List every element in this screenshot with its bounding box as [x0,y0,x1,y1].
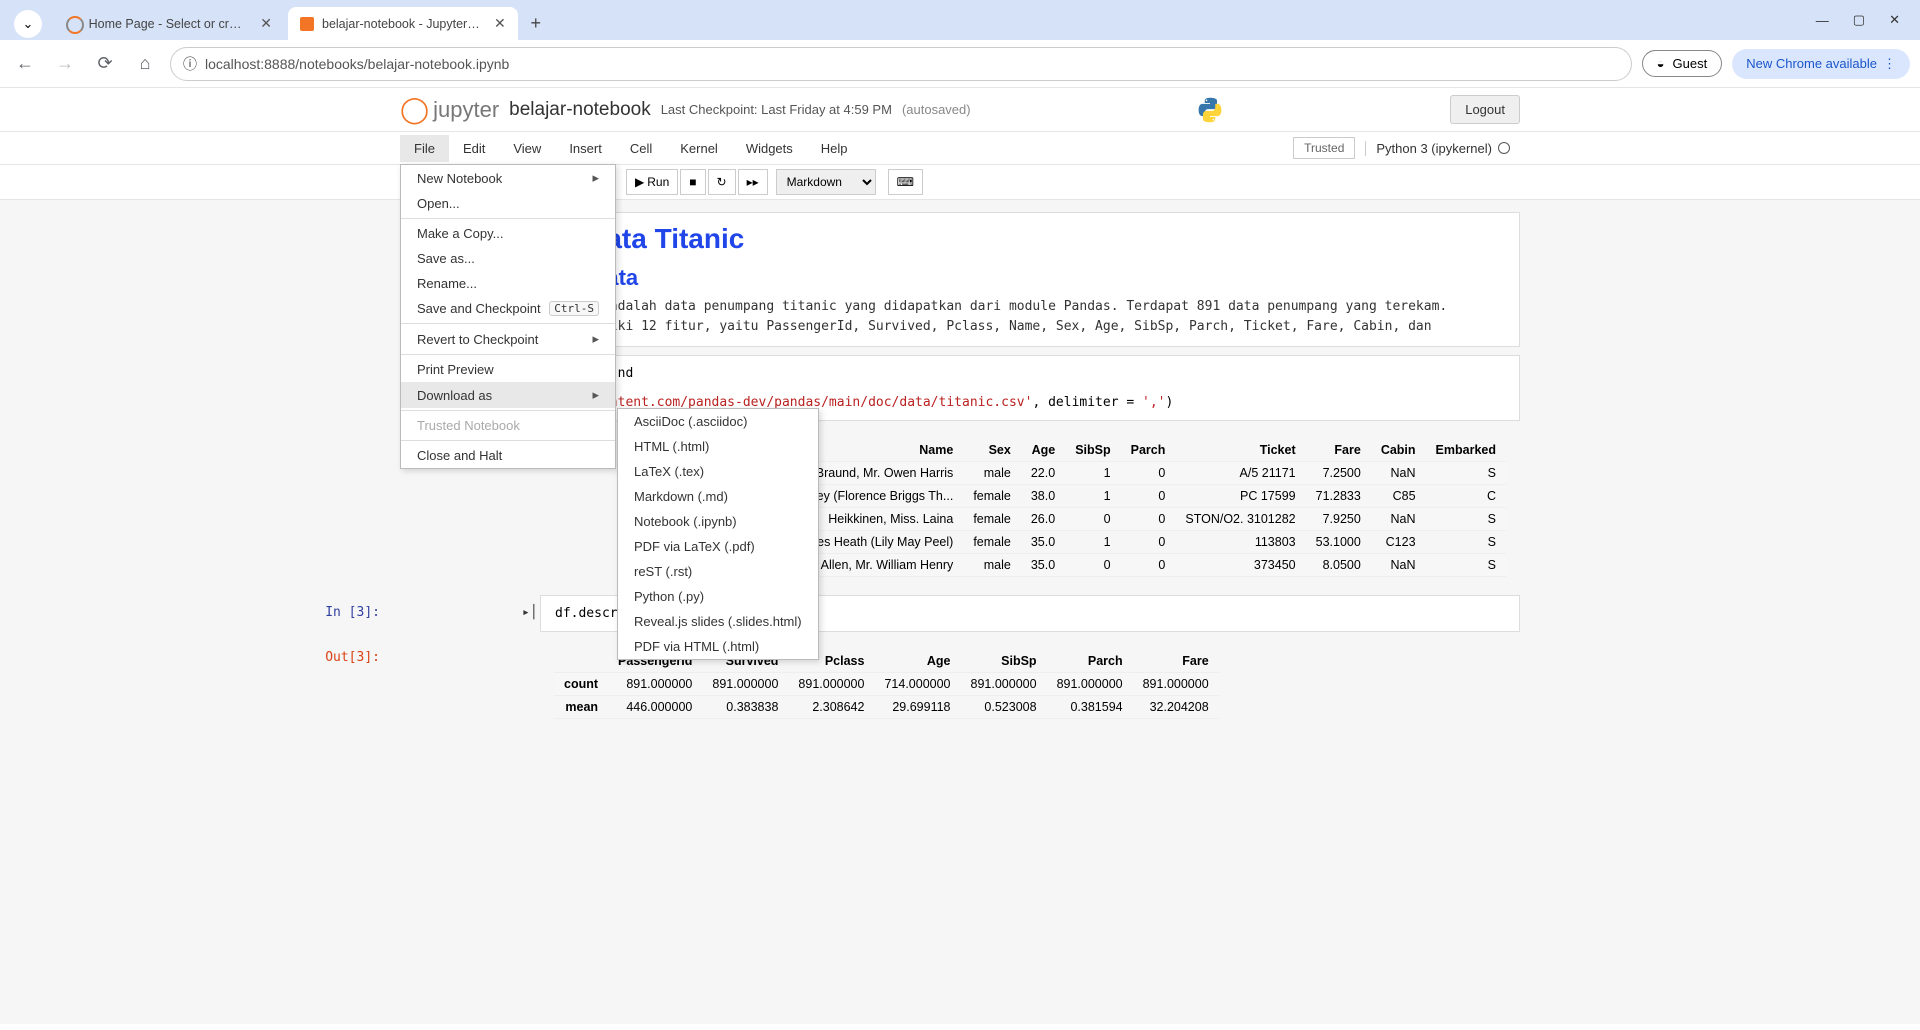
tab-title: Home Page - Select or create a [89,17,249,31]
in-prompt: In [3]: [250,595,390,620]
menu-save-checkpoint[interactable]: Save and CheckpointCtrl-S [401,296,615,321]
menu-revert-checkpoint[interactable]: Revert to Checkpoint▸ [401,326,615,352]
menu-make-copy[interactable]: Make a Copy... [401,221,615,246]
jupyter-brand-text: jupyter [433,97,499,123]
kbd-shortcut: Ctrl-S [549,301,599,316]
profile-button[interactable]: ◒ Guest [1642,50,1723,77]
restart-run-all-button[interactable]: ▸▸ [738,169,768,195]
jupyter-menubar: File Edit View Insert Cell Kernel Widget… [400,132,1520,164]
jupyter-favicon-icon [66,16,81,32]
download-as-dropdown: AsciiDoc (.asciidoc) HTML (.html) LaTeX … [617,408,819,660]
download-asciidoc[interactable]: AsciiDoc (.asciidoc) [618,409,818,434]
url-text: localhost:8888/notebooks/belajar-noteboo… [205,56,509,72]
describe-table: PassengerIdSurvivedPclassAgeSibSpParchFa… [554,650,1219,719]
menu-file[interactable]: File [400,135,449,162]
play-icon: ▶ [635,175,644,189]
submenu-arrow-icon: ▸ [592,331,599,347]
download-pdf-latex[interactable]: PDF via LaTeX (.pdf) [618,534,818,559]
chrome-update-button[interactable]: New Chrome available ⋮ [1732,49,1910,79]
menu-insert[interactable]: Insert [555,135,616,162]
kebab-icon: ⋮ [1883,56,1896,72]
python-logo-icon [1196,96,1224,124]
logout-button[interactable]: Logout [1450,95,1520,124]
reload-button[interactable]: ⟳ [90,49,120,79]
heading-2: psi data [555,265,1505,291]
keyboard-icon: ⌨ [897,175,914,189]
fast-forward-icon: ▸▸ [747,175,759,189]
address-bar[interactable]: ⓘ localhost:8888/notebooks/belajar-noteb… [170,47,1632,81]
guest-label: Guest [1673,56,1708,71]
trusted-badge[interactable]: Trusted [1293,137,1355,159]
menu-trusted-notebook: Trusted Notebook [401,413,615,438]
browser-toolbar: ← → ⟳ ⌂ ⓘ localhost:8888/notebooks/belaj… [0,40,1920,88]
new-tab-button[interactable]: + [522,10,550,38]
run-button[interactable]: ▶Run [626,169,678,195]
notebook-favicon-icon [300,17,314,31]
heading-1: is Data Titanic [555,223,1505,255]
cell-type-select[interactable]: Markdown [776,169,876,195]
back-button[interactable]: ← [10,49,40,79]
menu-rename[interactable]: Rename... [401,271,615,296]
tab-search-button[interactable]: ⌄ [14,10,42,38]
restart-button[interactable]: ↻ [708,169,736,195]
update-label: New Chrome available [1746,56,1877,71]
download-latex[interactable]: LaTeX (.tex) [618,459,818,484]
menu-new-notebook[interactable]: New Notebook▸ [401,165,615,191]
window-maximize-icon[interactable]: ▢ [1853,12,1865,28]
download-html[interactable]: HTML (.html) [618,434,818,459]
download-rst[interactable]: reST (.rst) [618,559,818,584]
menu-open[interactable]: Open... [401,191,615,216]
interrupt-button[interactable]: ■ [680,169,705,195]
tab-title: belajar-notebook - Jupyter Not [322,17,482,31]
notebook-name[interactable]: belajar-notebook [509,99,651,121]
kernel-indicator[interactable]: Python 3 (ipykernel) [1365,141,1520,156]
run-cell-icon[interactable]: ▸│ [522,605,530,620]
menu-close-halt[interactable]: Close and Halt [401,443,615,468]
menu-help[interactable]: Help [807,135,862,162]
download-notebook[interactable]: Notebook (.ipynb) [618,509,818,534]
command-palette-button[interactable]: ⌨ [888,169,923,195]
download-markdown[interactable]: Markdown (.md) [618,484,818,509]
menu-save-as[interactable]: Save as... [401,246,615,271]
checkpoint-text: Last Checkpoint: Last Friday at 4:59 PM [661,102,892,117]
restart-icon: ↻ [717,175,727,189]
out-prompt: Out[3]: [250,640,390,665]
forward-button[interactable]: → [50,49,80,79]
download-python[interactable]: Python (.py) [618,584,818,609]
menu-cell[interactable]: Cell [616,135,666,162]
description-text: unakan adalah data penumpang titanic yan… [555,299,1447,314]
description-text: g memiliki 12 fitur, yaitu PassengerId, … [555,319,1432,334]
browser-tab[interactable]: Home Page - Select or create a ✕ [54,7,284,40]
autosaved-text: (autosaved) [902,102,971,117]
jupyter-logo[interactable]: ◯ jupyter [400,94,499,125]
kernel-status-icon [1498,142,1510,154]
jupyter-circle-icon: ◯ [400,94,429,125]
browser-tab[interactable]: belajar-notebook - Jupyter Not ✕ [288,7,518,40]
submenu-arrow-icon: ▸ [592,387,599,403]
guest-icon: ◒ [1657,56,1665,71]
submenu-arrow-icon: ▸ [592,170,599,186]
window-close-icon[interactable]: ✕ [1889,12,1900,28]
download-revealjs[interactable]: Reveal.js slides (.slides.html) [618,609,818,634]
close-tab-icon[interactable]: ✕ [494,15,506,32]
browser-tab-strip: — ▢ ✕ ⌄ Home Page - Select or create a ✕… [0,0,1920,40]
menu-widgets[interactable]: Widgets [732,135,807,162]
close-tab-icon[interactable]: ✕ [260,15,272,32]
notebook-body[interactable]: is Data Titanic psi data unakan adalah d… [0,200,1920,1024]
download-pdf-html[interactable]: PDF via HTML (.html) [618,634,818,659]
kernel-name-text: Python 3 (ipykernel) [1376,141,1492,156]
menu-download-as[interactable]: Download as▸ [401,382,615,408]
site-info-icon[interactable]: ⓘ [183,54,197,74]
stop-icon: ■ [689,175,696,189]
window-minimize-icon[interactable]: — [1816,13,1829,28]
menu-print-preview[interactable]: Print Preview [401,357,615,382]
menu-view[interactable]: View [499,135,555,162]
menu-kernel[interactable]: Kernel [666,135,732,162]
markdown-cell[interactable]: is Data Titanic psi data unakan adalah d… [540,212,1520,347]
menu-edit[interactable]: Edit [449,135,499,162]
jupyter-header: ◯ jupyter belajar-notebook Last Checkpoi… [0,88,1920,132]
file-dropdown: New Notebook▸ Open... Make a Copy... Sav… [400,164,616,469]
home-button[interactable]: ⌂ [130,49,160,79]
